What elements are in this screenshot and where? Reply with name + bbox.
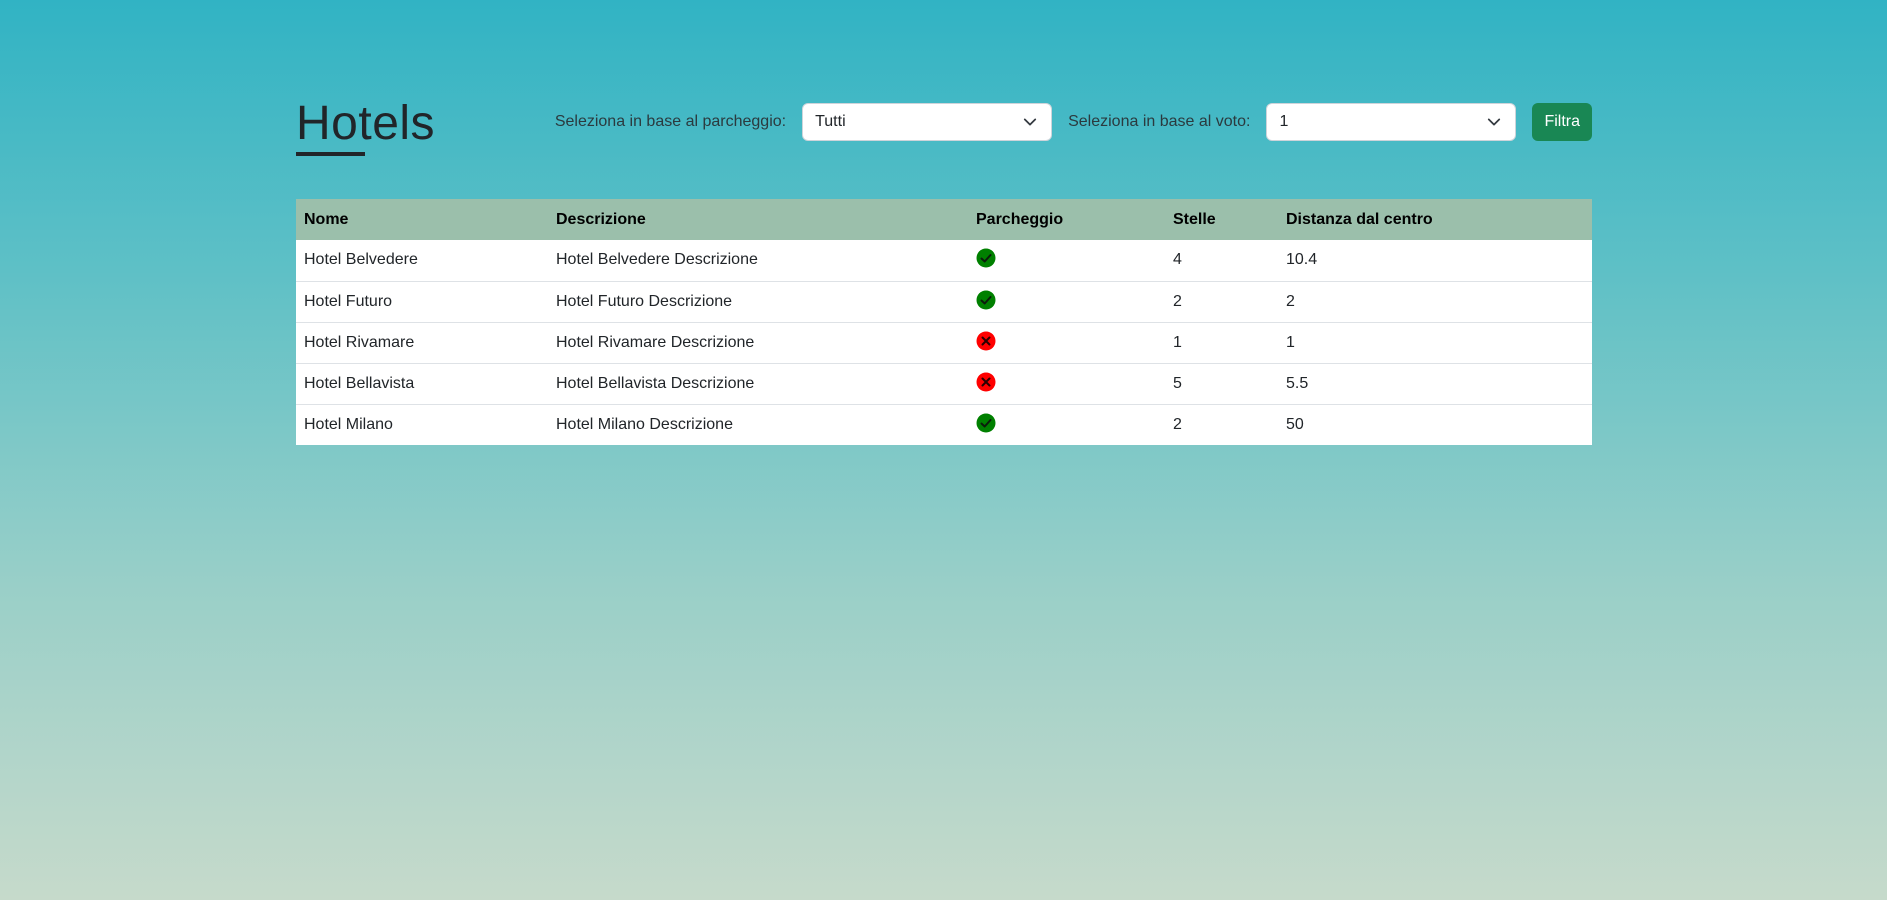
rating-filter-label: Seleziona in base al voto: — [1068, 113, 1251, 130]
check-icon — [976, 248, 996, 268]
column-header-distanza: Distanza dal centro — [1278, 199, 1592, 240]
cell-descrizione: Hotel Belvedere Descrizione — [556, 251, 758, 269]
cell-nome: Hotel Futuro — [296, 280, 548, 322]
cell-distanza: 1 — [1278, 321, 1592, 363]
parking-filter-select[interactable]: Tutti — [802, 103, 1053, 141]
cell-stelle: 1 — [1165, 321, 1278, 363]
cell-descrizione: Hotel Milano Descrizione — [548, 403, 968, 445]
column-header-stelle: Stelle — [1165, 199, 1278, 240]
check-icon — [976, 290, 996, 310]
cell-descrizione: Hotel Bellavista Descrizione — [548, 362, 968, 404]
table-row: Hotel Bellavista Hotel Bellavista Descriz… — [296, 362, 1592, 404]
cell-distanza: 5.5 — [1278, 362, 1592, 404]
parking-filter-label: Seleziona in base al parcheggio: — [554, 113, 787, 130]
chevron-down-icon — [1023, 118, 1037, 126]
cell-stelle: 2 — [1165, 280, 1278, 322]
cell-distanza: 2 — [1278, 280, 1592, 322]
column-header-descrizione: Descrizione — [548, 199, 968, 240]
column-header-parcheggio: Parcheggio — [968, 199, 1165, 240]
page-container: Hotels Seleziona in base al parcheggio: … — [296, 0, 1592, 445]
cell-nome: Hotel Belvedere — [304, 251, 418, 269]
title-underline — [296, 152, 365, 156]
rating-filter-value: 1 — [1279, 113, 1289, 130]
cell-parcheggio — [968, 362, 1165, 404]
rating-filter-select[interactable]: 1 — [1266, 103, 1517, 141]
header: Hotels Seleziona in base al parcheggio: … — [296, 0, 1592, 200]
table-row: Hotel Milano Hotel Milano Descrizione 2 50 — [296, 403, 1592, 445]
chevron-down-icon — [1488, 118, 1501, 126]
cell-parcheggio — [968, 403, 1165, 445]
cell-distanza: 50 — [1278, 403, 1592, 445]
table-row: Hotel Futuro Hotel Futuro Descrizione 2 2 — [296, 280, 1592, 322]
cell-nome: Hotel Milano — [296, 403, 548, 445]
cell-distanza: 10.4 — [1286, 251, 1318, 269]
filter-button[interactable]: Filtra — [1532, 103, 1592, 141]
cell-stelle: 5 — [1165, 362, 1278, 404]
cell-parcheggio — [968, 280, 1165, 322]
cell-nome: Hotel Rivamare — [296, 321, 548, 363]
check-icon — [976, 413, 996, 433]
cross-icon — [976, 331, 996, 351]
cell-stelle: 2 — [1165, 403, 1278, 445]
cell-stelle: 4 — [1173, 251, 1182, 269]
cell-parcheggio — [968, 240, 1165, 281]
table-header-row: Nome Descrizione Parcheggio Stelle Dista… — [296, 199, 1592, 240]
column-header-nome: Nome — [296, 199, 548, 240]
cell-nome: Hotel Bellavista — [296, 362, 548, 404]
cross-icon — [976, 372, 996, 392]
hotels-table: Nome Descrizione Parcheggio Stelle Dista… — [296, 199, 1592, 445]
page-title: Hotels — [296, 97, 436, 150]
table-row: Hotel Rivamare Hotel Rivamare Descrizione… — [296, 321, 1592, 363]
cell-descrizione: Hotel Futuro Descrizione — [548, 280, 968, 322]
table-body: Hotel Belvedere Hotel Belvedere Descrizio… — [296, 240, 1592, 445]
cell-descrizione: Hotel Rivamare Descrizione — [548, 321, 968, 363]
table-row: Hotel Belvedere Hotel Belvedere Descrizio… — [296, 240, 1592, 281]
cell-parcheggio — [968, 321, 1165, 363]
parking-filter-value: Tutti — [815, 113, 846, 130]
filter-bar: Seleziona in base al parcheggio: Tutti S… — [555, 103, 1592, 141]
